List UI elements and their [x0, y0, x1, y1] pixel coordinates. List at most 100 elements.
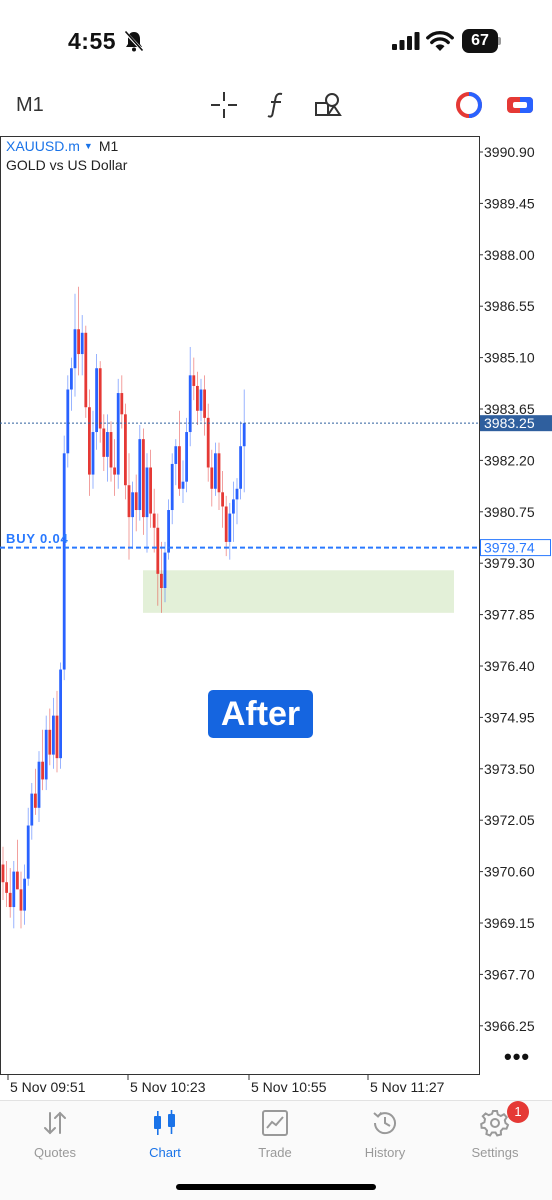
candle-body: [26, 825, 30, 879]
settings-notification-badge: 1: [507, 1101, 529, 1123]
price-axis-label: 3990.90: [484, 144, 535, 160]
history-icon: [373, 1111, 396, 1135]
price-axis-label: 3970.60: [484, 864, 535, 880]
candle-body: [59, 669, 62, 759]
demand-zone: [143, 570, 454, 613]
candle: [170, 453, 174, 525]
candle: [16, 839, 19, 890]
crosshair-icon[interactable]: [209, 90, 239, 120]
candle-body: [228, 513, 232, 542]
candle: [120, 375, 124, 429]
candle-body: [52, 715, 55, 755]
wifi-icon: [426, 30, 454, 51]
nav-trade[interactable]: Trade: [225, 1105, 325, 1165]
candle: [214, 442, 217, 496]
candle: [88, 389, 91, 496]
candle-body: [88, 407, 91, 475]
position-price-value: 3979.74: [484, 540, 535, 556]
timeframe-button[interactable]: M1: [16, 94, 44, 117]
candle: [66, 375, 70, 468]
candle-body: [217, 453, 221, 493]
candle: [239, 421, 242, 500]
chart-area[interactable]: 3983.25 3979.74 3990.90 3989.45 3988.00 3986…: [0, 132, 552, 1100]
nav-quotes[interactable]: Quotes: [5, 1105, 105, 1165]
candle-body: [102, 428, 106, 457]
candle-body: [152, 513, 156, 528]
candle: [149, 449, 152, 528]
candle: [55, 690, 59, 773]
price-axis-label: 3969.15: [484, 915, 535, 931]
chart-toolbar: M1: [0, 80, 552, 132]
candle: [41, 729, 44, 791]
candle: [116, 378, 120, 489]
candle: [232, 481, 235, 542]
candle: [19, 871, 23, 929]
objects-icon[interactable]: [313, 90, 343, 120]
candle-body: [84, 332, 88, 408]
candle-body: [16, 871, 19, 890]
function-icon[interactable]: [262, 90, 292, 120]
more-options-icon[interactable]: •••: [504, 1044, 530, 1070]
candle: [206, 403, 210, 482]
candle-body: [106, 432, 109, 457]
candle: [84, 325, 88, 418]
candle: [185, 417, 188, 493]
candle: [8, 868, 12, 918]
candle-body: [156, 527, 160, 574]
candle-body: [66, 389, 70, 454]
candle-body: [134, 492, 138, 511]
one-click-trading-icon[interactable]: [454, 90, 484, 120]
candle: [109, 421, 113, 482]
candle-body: [221, 492, 224, 507]
symbol-name: XAUUSD.m: [6, 138, 80, 154]
candle: [48, 708, 52, 766]
price-axis-label: 3989.45: [484, 195, 535, 211]
candle-body: [124, 414, 127, 486]
after-overlay-label: After: [208, 690, 313, 738]
time-axis-label: 5 Nov 10:55: [251, 1079, 327, 1095]
candle-body: [160, 573, 163, 589]
candle: [70, 357, 73, 411]
quotes-icon: [44, 1111, 66, 1135]
candle: [5, 860, 8, 908]
current-price-value: 3983.25: [484, 415, 535, 431]
candle-body: [120, 393, 124, 415]
nav-label: Quotes: [34, 1145, 76, 1160]
candle-body: [192, 375, 196, 386]
candle: [174, 439, 178, 486]
candle-body: [95, 368, 98, 433]
candle: [167, 499, 170, 560]
candle-body: [30, 793, 34, 826]
nav-chart[interactable]: Chart: [115, 1105, 215, 1165]
trade-icon[interactable]: [505, 90, 535, 120]
candle-body: [77, 329, 80, 355]
candle-body: [149, 467, 152, 514]
candle-body: [62, 453, 66, 670]
candle: [80, 315, 84, 376]
candle: [242, 389, 246, 493]
nav-label: Trade: [258, 1145, 292, 1160]
settings-icon: [480, 1110, 510, 1137]
candle-body: [41, 761, 44, 780]
candle-body: [235, 488, 239, 500]
battery-icon: 67: [462, 29, 502, 53]
candle-body: [44, 729, 48, 780]
candle-body: [12, 871, 16, 908]
candle-body: [242, 423, 246, 447]
candle: [235, 478, 239, 525]
candle-body: [55, 715, 59, 759]
candle-body: [206, 417, 210, 468]
price-axis-label: 3967.70: [484, 966, 535, 982]
candle-body: [214, 453, 217, 489]
candle: [12, 860, 16, 929]
nav-history[interactable]: History: [335, 1105, 435, 1165]
candle-body: [8, 892, 12, 908]
price-chart[interactable]: 3983.25 3979.74 3990.90 3989.45 3988.00 3986…: [0, 132, 552, 1100]
candle: [59, 662, 62, 769]
candle: [26, 807, 30, 886]
chart-symbol[interactable]: XAUUSD.m ▼ M1: [6, 138, 118, 154]
position-label[interactable]: BUY 0.04: [6, 531, 69, 546]
candle-body: [127, 485, 131, 518]
nav-settings[interactable]: 1 Settings: [445, 1101, 545, 1165]
candle: [44, 715, 48, 791]
